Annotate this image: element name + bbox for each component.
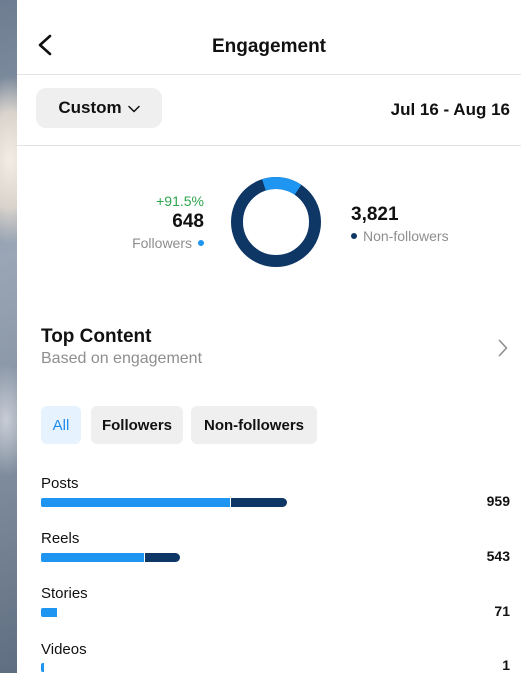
content-type-value: 543 [486, 548, 510, 564]
custom-range-button[interactable]: Custom [36, 88, 162, 128]
followers-slice [231, 177, 321, 267]
content-type-value: 71 [494, 603, 510, 619]
content-type-bar [41, 663, 44, 672]
engagement-panel: Engagement Custom Jul 16 - Aug 16 +91.5%… [17, 0, 521, 673]
followers-label: Followers [132, 235, 192, 251]
top-content-title: Top Content [41, 326, 152, 347]
date-range: Jul 16 - Aug 16 [390, 100, 510, 119]
non-followers-label: Non-followers [363, 228, 449, 244]
page-title: Engagement [211, 36, 327, 57]
followers-change: +91.5% [156, 193, 204, 209]
followers-segment [41, 608, 58, 617]
chevron-down-icon [127, 105, 140, 113]
tab-non-followers[interactable]: Non-followers [191, 406, 317, 444]
non-followers-segment [145, 553, 181, 562]
non-followers-legend-dot [351, 233, 357, 239]
content-type-label: Posts [41, 475, 79, 492]
custom-range-label: Custom [58, 98, 122, 117]
followers-segment [41, 498, 231, 507]
content-type-label: Reels [41, 530, 80, 547]
header: Engagement [17, 0, 521, 75]
non-followers-stat: 3,821 Non-followers [351, 204, 449, 244]
followers-segment [41, 553, 145, 562]
content-type-bar [41, 608, 58, 617]
followers-stat: +91.5% 648 Followers [132, 193, 204, 251]
content-type-value: 1 [502, 657, 510, 673]
content-type-bar [41, 498, 287, 507]
tab-all[interactable]: All [41, 406, 81, 444]
followers-segment [41, 663, 44, 672]
content-type-label: Stories [41, 585, 88, 602]
chevron-right-icon[interactable] [498, 339, 508, 357]
followers-legend-dot [198, 240, 204, 246]
non-followers-slice [231, 177, 321, 267]
content-type-bar [41, 553, 181, 562]
content-type-value: 959 [486, 493, 510, 509]
top-content-subtitle: Based on engagement [41, 350, 203, 367]
content-type-label: Videos [41, 641, 87, 658]
tab-followers[interactable]: Followers [91, 406, 183, 444]
audience-donut-chart [231, 177, 321, 267]
non-followers-segment [231, 498, 287, 507]
non-followers-value: 3,821 [351, 204, 399, 225]
followers-value: 648 [172, 211, 204, 232]
divider [17, 145, 521, 146]
